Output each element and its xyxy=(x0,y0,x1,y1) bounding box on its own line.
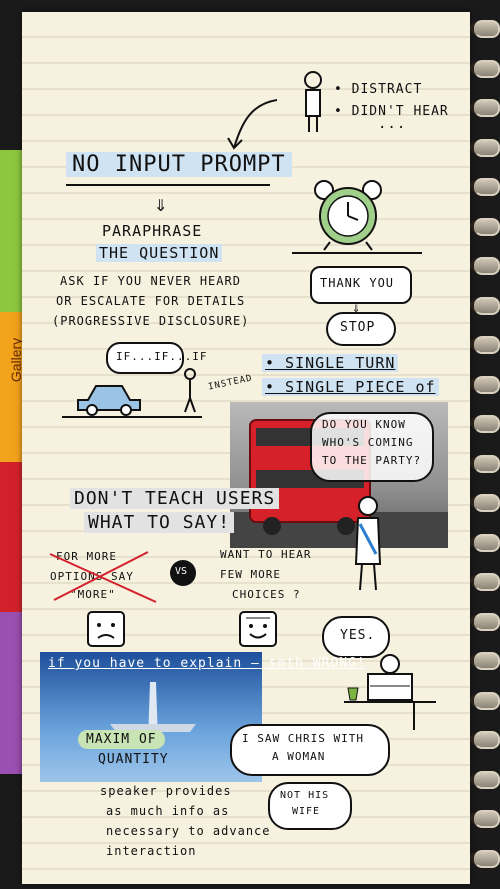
spiral-ring xyxy=(470,178,500,196)
notebook-page: • DISTRACT • DIDN'T HEAR ... NO INPUT PR… xyxy=(22,12,470,884)
spiral-ring xyxy=(470,138,500,157)
vs-text: VS xyxy=(175,566,188,577)
spiral-ring xyxy=(470,257,500,275)
note-dots: ... xyxy=(378,116,407,132)
thank-you-text: THANK YOU xyxy=(320,276,395,290)
chris-line-1: I SAW CHRIS WITH xyxy=(242,732,364,745)
spiral-ring xyxy=(470,533,500,552)
clock-base-line xyxy=(292,252,422,254)
stop-text: STOP xyxy=(340,320,376,335)
heading-what-to-say: WHAT TO SAY! xyxy=(84,512,235,533)
speech-bubble-if: IF...IF...IF xyxy=(106,342,206,374)
note-ask-2: OR ESCALATE FOR DETAILS xyxy=(56,294,246,308)
note-single-piece: • SINGLE PIECE of xyxy=(262,378,439,396)
car-icon xyxy=(77,385,141,416)
note-single-turn: • SINGLE TURN xyxy=(262,354,399,372)
arrow-down: ⇓ xyxy=(154,192,169,217)
note-explain: if you have to explain – smth WRONG! xyxy=(48,656,366,671)
spiral-ring xyxy=(470,20,500,38)
party-line-2: WHO'S COMING xyxy=(322,436,414,449)
heading-no-input-prompt: NO INPUT PROMPT xyxy=(66,152,292,177)
party-line-3: TO THE PARTY? xyxy=(322,454,422,467)
not-his-line-1: NOT HIS xyxy=(280,790,330,801)
vs-badge: VS xyxy=(170,560,196,586)
note-paraphrase: PARAPHRASE xyxy=(102,222,203,240)
note-maxim: MAXIM of xyxy=(78,730,165,749)
confused-person-icon xyxy=(304,71,322,132)
spiral-ring xyxy=(470,454,500,473)
heading-underline xyxy=(66,184,270,186)
note-speaker-1: speaker provides xyxy=(100,784,232,798)
note-want-2: FEW MORE xyxy=(220,568,281,581)
note-speaker-3: necessary to advance xyxy=(106,824,271,838)
cloud-not-his-wife: NOT HIS WIFE xyxy=(268,782,352,830)
spiral-ring xyxy=(470,59,500,78)
note-want-1: WANT TO HEAR xyxy=(220,548,312,561)
note-ask-3: (PROGRESSIVE DISCLOSURE) xyxy=(52,314,250,328)
spiral-ring xyxy=(470,810,500,828)
spiral-ring xyxy=(470,849,500,868)
spiral-ring xyxy=(470,691,500,710)
speech-bubble-chris: I SAW CHRIS WITH A WOMAN xyxy=(230,724,390,776)
yes-text: YES. xyxy=(340,628,376,643)
note-speaker-2: as much info as xyxy=(106,804,230,818)
frown-face-icon xyxy=(87,611,125,647)
spiral-ring xyxy=(470,217,500,236)
spiral-ring xyxy=(470,573,500,591)
note-want-3: CHOICES ? xyxy=(232,588,301,601)
note-distract: • DISTRACT xyxy=(334,82,423,97)
smile-face-icon xyxy=(239,611,277,647)
heading-dont-teach: DON'T TEACH USERS xyxy=(70,488,280,509)
chris-line-2: A WOMAN xyxy=(272,750,326,763)
london-bus-photo: DO YOU KNOW WHO'S COMING TO THE PARTY? xyxy=(230,402,448,548)
note-instead: INSTEAD xyxy=(207,373,254,393)
girl-figure-icon xyxy=(354,496,382,591)
strike-through-cross xyxy=(49,551,157,603)
curved-arrow-icon xyxy=(227,99,278,150)
spiral-ring xyxy=(470,375,500,394)
cloud-stop: STOP xyxy=(326,312,396,346)
spiral-ring xyxy=(470,612,500,631)
spiral-ring xyxy=(470,731,500,749)
note-the-question: THE QUESTION xyxy=(96,244,223,262)
spiral-ring xyxy=(470,336,500,354)
spiral-ring xyxy=(470,652,500,670)
not-his-line-2: WIFE xyxy=(292,806,321,817)
speech-bubble-thank-you: THANK YOU xyxy=(310,266,412,304)
alarm-clock-icon xyxy=(314,180,382,251)
spiral-ring xyxy=(470,415,500,433)
note-speaker-4: interaction xyxy=(106,844,197,858)
thought-bubble-party: DO YOU KNOW WHO'S COMING TO THE PARTY? xyxy=(310,412,434,482)
note-quantity: QUANTITY xyxy=(98,752,169,767)
spiral-ring xyxy=(470,99,500,117)
spiral-ring xyxy=(470,494,500,512)
if-text: IF...IF...IF xyxy=(116,350,208,363)
stick-figure-icon xyxy=(184,368,196,413)
road-line xyxy=(62,416,202,418)
note-ask-1: ASK IF YOU NEVER HEARD xyxy=(60,274,241,288)
spiral-ring xyxy=(470,770,500,789)
party-line-1: DO YOU KNOW xyxy=(322,418,406,431)
spiral-ring xyxy=(470,296,500,315)
